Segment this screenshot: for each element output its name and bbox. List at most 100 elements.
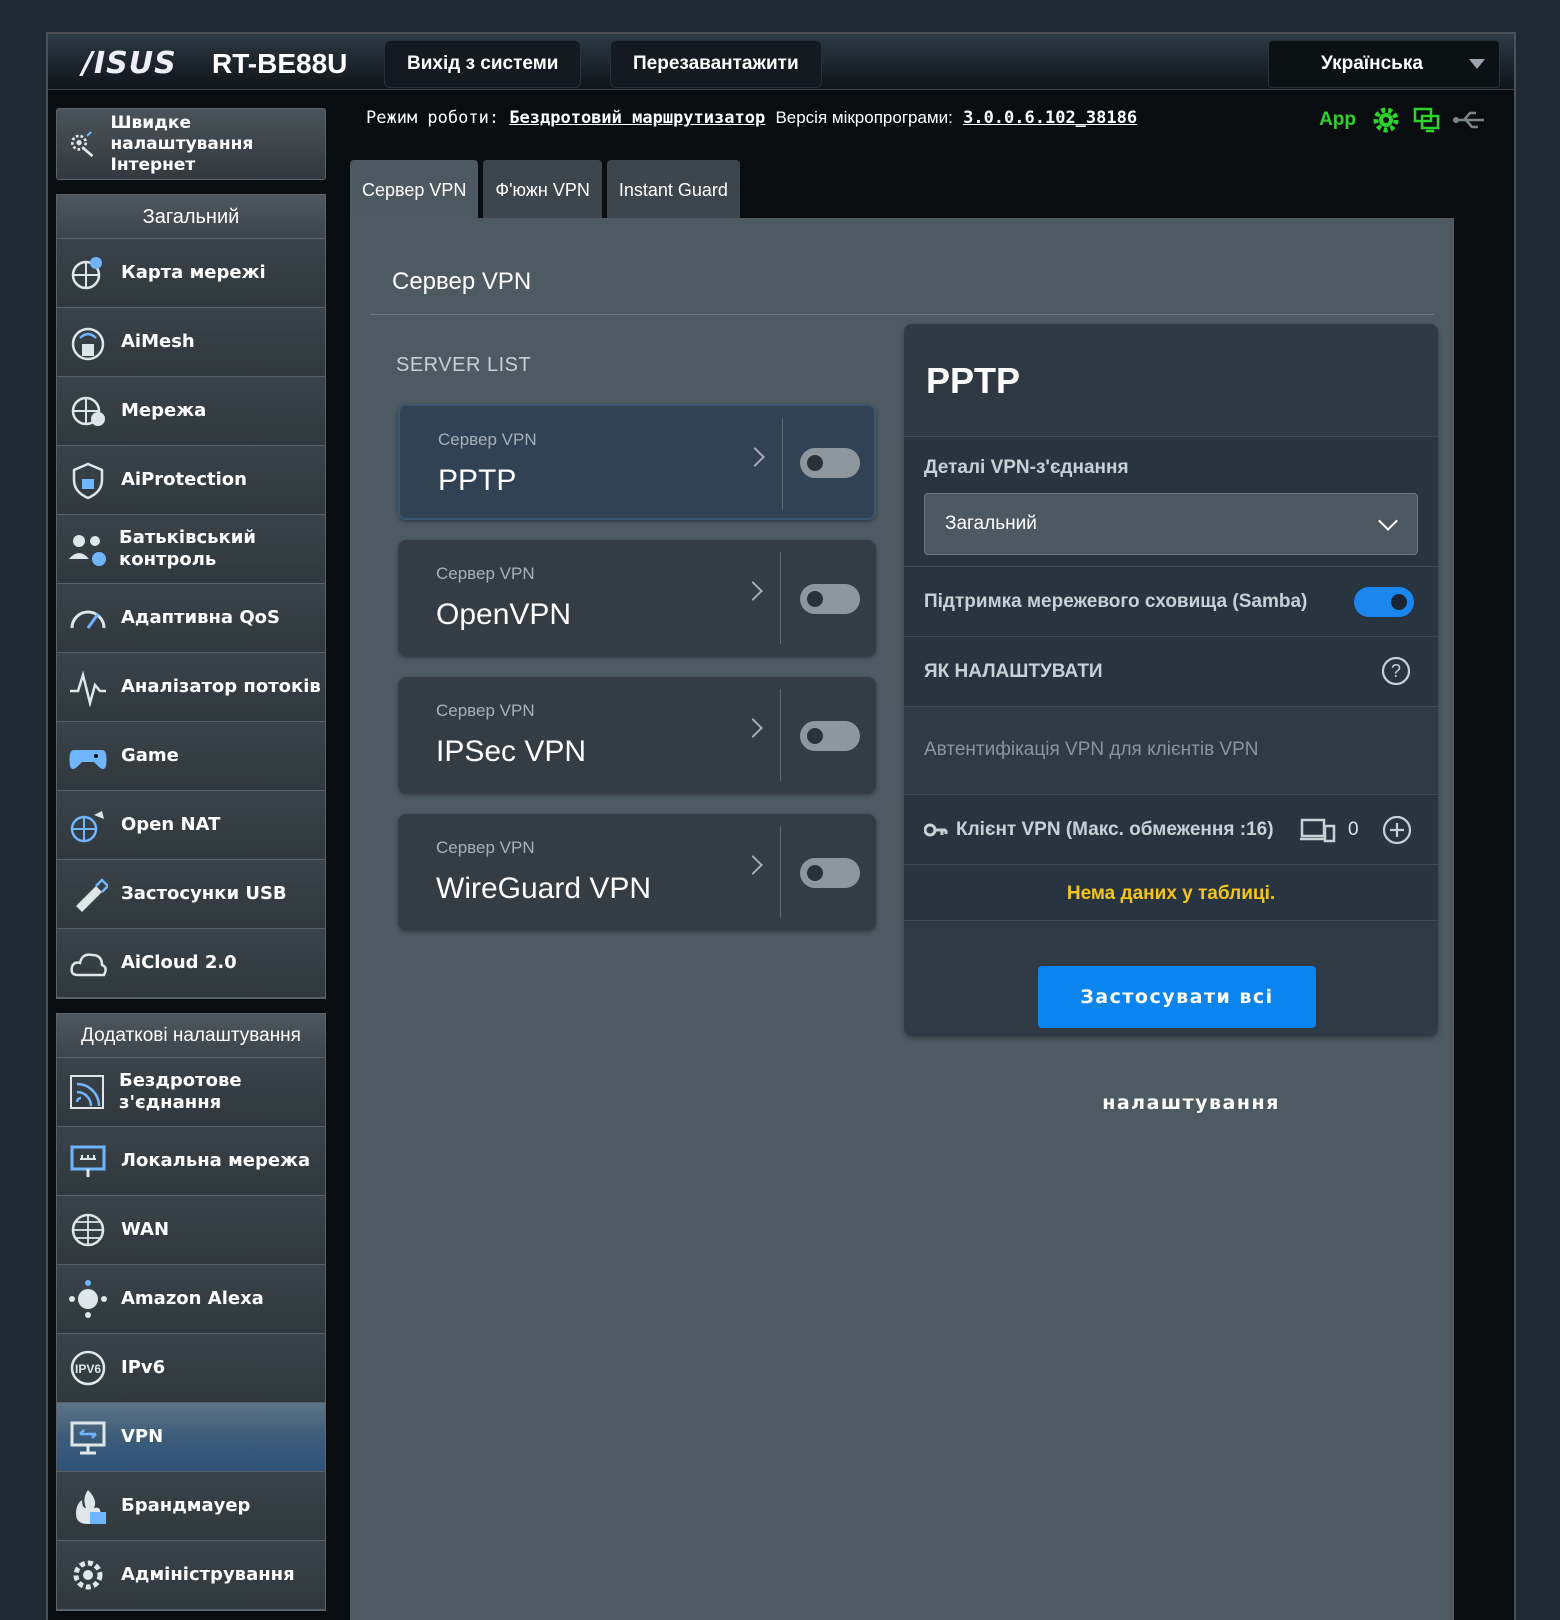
lan-icon — [67, 1140, 109, 1182]
alexa-icon — [67, 1278, 109, 1320]
sidebar-item-qos[interactable]: Адаптивна QoS — [57, 584, 325, 653]
aimesh-icon — [67, 321, 109, 363]
chevron-right-icon — [743, 581, 763, 601]
sidebar-item-label: IPv6 — [121, 1357, 166, 1378]
tab-vpn-fusion[interactable]: Ф'южн VPN — [483, 160, 602, 218]
sidebar-item-open-nat[interactable]: Open NAT — [57, 791, 325, 860]
panel-title: PPTP — [904, 324, 1438, 436]
samba-row: Підтримка мережевого сховища (Samba) — [904, 566, 1438, 636]
server-card-name: WireGuard VPN — [436, 872, 652, 905]
vpn-icon — [67, 1416, 109, 1458]
ipsec-toggle[interactable] — [800, 721, 860, 751]
help-icon[interactable]: ? — [1380, 655, 1412, 687]
tab-vpn-server[interactable]: Сервер VPN — [350, 160, 479, 218]
samba-label: Підтримка мережевого сховища (Samba) — [924, 591, 1308, 612]
chevron-down-icon — [1378, 511, 1398, 531]
language-value: Українська — [1321, 53, 1423, 74]
traffic-analyzer-icon — [67, 666, 109, 708]
sidebar-item-label: Адміністрування — [121, 1564, 295, 1585]
chevron-right-icon — [745, 447, 765, 467]
key-icon — [924, 823, 948, 837]
wan-icon — [67, 1209, 109, 1251]
parental-control-icon — [67, 528, 107, 570]
sidebar-item-usb[interactable]: Застосунки USB — [57, 860, 325, 929]
sidebar-item-label: Карта мережі — [121, 262, 266, 283]
add-client-icon[interactable] — [1382, 815, 1412, 845]
server-card-name: OpenVPN — [436, 598, 572, 631]
quick-setup-icon — [71, 131, 94, 158]
sidebar-item-traffic-analyzer[interactable]: Аналізатор потоків — [57, 653, 325, 722]
status-icons: App — [1319, 104, 1486, 136]
guest-network-icon — [67, 390, 109, 432]
reboot-button[interactable]: Перезавантажити — [610, 40, 822, 88]
open-nat-icon — [67, 804, 109, 846]
title-divider — [370, 314, 1434, 315]
client-status-icon[interactable] — [1412, 105, 1442, 135]
firmware-link[interactable]: 3.0.0.6.102_38186 — [963, 108, 1137, 128]
firmware-label: Версія мікропрограми: — [775, 108, 953, 127]
connection-details-row: Деталі VPN-з'єднання Загальний — [904, 436, 1438, 566]
sidebar-item-label: Локальна мережа — [121, 1150, 311, 1171]
samba-toggle[interactable] — [1354, 587, 1414, 617]
apply-all-button[interactable]: Застосувати всі — [1038, 966, 1316, 1028]
devices-icon — [1300, 818, 1336, 843]
quick-setup-button[interactable]: Швидке налаштування Інтернет — [56, 108, 326, 180]
language-select[interactable]: Українська — [1268, 40, 1500, 88]
mode-link[interactable]: Бездротовий маршрутизатор — [509, 108, 765, 128]
vpn-tabs: Сервер VPN Ф'южн VPN Instant Guard — [350, 160, 740, 218]
sidebar-item-wan[interactable]: WAN — [57, 1196, 325, 1265]
sidebar-item-guest-network[interactable]: Мережа — [57, 377, 325, 446]
router-admin-window: /ISUS RT-BE88U Вихід з системи Перезаван… — [46, 32, 1516, 1620]
openvpn-toggle[interactable] — [800, 584, 860, 614]
app-link[interactable]: App — [1319, 109, 1356, 131]
card-divider — [780, 689, 781, 781]
firewall-icon — [67, 1485, 109, 1527]
card-divider — [780, 552, 781, 644]
details-select-value: Загальний — [945, 513, 1037, 534]
sidebar-item-wireless[interactable]: Бездротове з'єднання — [57, 1058, 325, 1127]
sidebar-item-label: Аналізатор потоків — [121, 676, 321, 697]
advanced-section: Додаткові налаштування Бездротове з'єдна… — [56, 1013, 326, 1611]
card-divider — [780, 826, 781, 918]
ipv6-icon: IPV6 — [67, 1347, 109, 1389]
sidebar-item-firewall[interactable]: Брандмауер — [57, 1472, 325, 1541]
server-card-ipsec[interactable]: Сервер VPN IPSec VPN — [398, 677, 876, 793]
gear-icon[interactable] — [1370, 104, 1402, 136]
details-select[interactable]: Загальний — [924, 493, 1418, 555]
sidebar-item-vpn[interactable]: VPN — [57, 1403, 325, 1472]
admin-icon — [67, 1554, 109, 1596]
sidebar-item-admin[interactable]: Адміністрування — [57, 1541, 325, 1610]
apply-all-button-overflow-text: налаштування — [1102, 1092, 1280, 1114]
sidebar-item-aicloud[interactable]: AiCloud 2.0 — [57, 929, 325, 998]
howto-row: ЯК НАЛАШТУВАТИ ? — [904, 636, 1438, 706]
vpn-client-count: 0 — [1348, 819, 1359, 840]
sidebar-item-game[interactable]: Game — [57, 722, 325, 791]
sidebar-item-parental-control[interactable]: Батьківський контроль — [57, 515, 325, 584]
game-icon — [67, 735, 109, 777]
server-card-name: PPTP — [438, 464, 517, 497]
sidebar-item-ipv6[interactable]: IPV6 IPv6 — [57, 1334, 325, 1403]
quick-setup-label: Швидке налаштування Інтернет — [110, 112, 254, 175]
server-card-wireguard[interactable]: Сервер VPN WireGuard VPN — [398, 814, 876, 930]
caret-down-icon — [1469, 59, 1485, 69]
logout-button[interactable]: Вихід з системи — [384, 40, 582, 88]
pptp-settings-panel: PPTP Деталі VPN-з'єднання Загальний Підт… — [904, 324, 1438, 1036]
sidebar-item-label: Адаптивна QoS — [121, 607, 280, 628]
panel-divider — [904, 920, 1438, 921]
sidebar-item-label: WAN — [121, 1219, 170, 1240]
sidebar-item-aiprotection[interactable]: AiProtection — [57, 446, 325, 515]
pptp-toggle[interactable] — [800, 448, 860, 478]
sidebar-item-aimesh[interactable]: AiMesh — [57, 308, 325, 377]
sidebar-item-label: AiProtection — [121, 469, 247, 490]
sidebar-item-network-map[interactable]: Карта мережі — [57, 239, 325, 308]
wireguard-toggle[interactable] — [800, 858, 860, 888]
sidebar-item-lan[interactable]: Локальна мережа — [57, 1127, 325, 1196]
sidebar-item-label: Брандмауер — [121, 1495, 251, 1516]
server-card-pptp[interactable]: Сервер VPN PPTP — [398, 404, 876, 520]
usb-status-icon[interactable] — [1452, 107, 1486, 133]
server-card-openvpn[interactable]: Сервер VPN OpenVPN — [398, 540, 876, 656]
sidebar-item-alexa[interactable]: Amazon Alexa — [57, 1265, 325, 1334]
page-title: Сервер VPN — [392, 268, 532, 295]
tab-instant-guard[interactable]: Instant Guard — [606, 160, 740, 218]
card-divider — [782, 418, 783, 510]
